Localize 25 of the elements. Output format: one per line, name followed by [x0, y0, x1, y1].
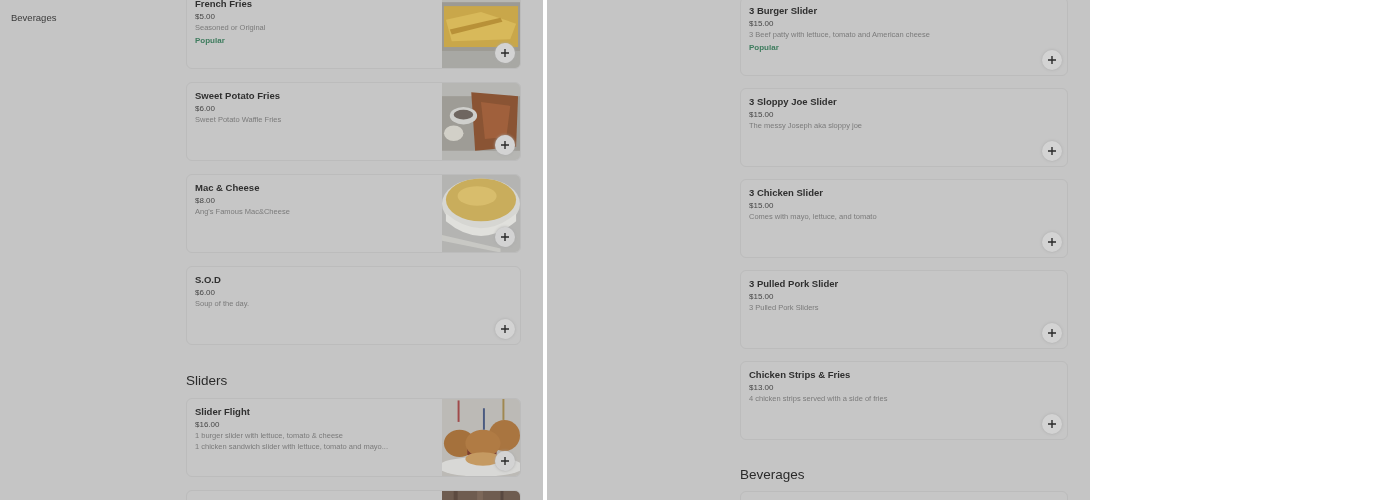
item-title: Mac & Cheese	[195, 182, 261, 193]
sidebar-item[interactable]: Beverages	[11, 12, 186, 23]
item-title: Chicken Strips & Fries	[749, 369, 852, 380]
item-title: 3 Chicken Slider	[749, 187, 824, 198]
item-title: 3 Sloppy Joe Slider	[749, 96, 838, 107]
item-price: $8.00	[195, 196, 217, 205]
section-heading: Sliders	[186, 373, 229, 388]
item-price: $6.00	[195, 288, 217, 297]
popular-label: Popular	[749, 43, 780, 52]
item-title: Sweet Potato Fries	[195, 90, 281, 101]
section-heading: Beverages	[740, 467, 806, 482]
item-price: $15.00	[749, 292, 775, 301]
item-title: S.O.D	[195, 274, 222, 285]
item-title: 3 Burger Slider	[749, 5, 819, 16]
item-price: $13.00	[749, 383, 775, 392]
item-title: Slider Flight	[195, 406, 251, 417]
item-price: $16.00	[195, 420, 221, 429]
item-title: French Fries	[195, 0, 254, 9]
item-title: 3 Pulled Pork Slider	[749, 278, 840, 289]
popular-label: Popular	[195, 36, 226, 45]
item-price: $15.00	[749, 201, 775, 210]
item-price: $6.00	[195, 104, 217, 113]
item-price: $15.00	[749, 110, 775, 119]
item-price: $15.00	[749, 19, 775, 28]
item-price: $5.00	[195, 12, 217, 21]
